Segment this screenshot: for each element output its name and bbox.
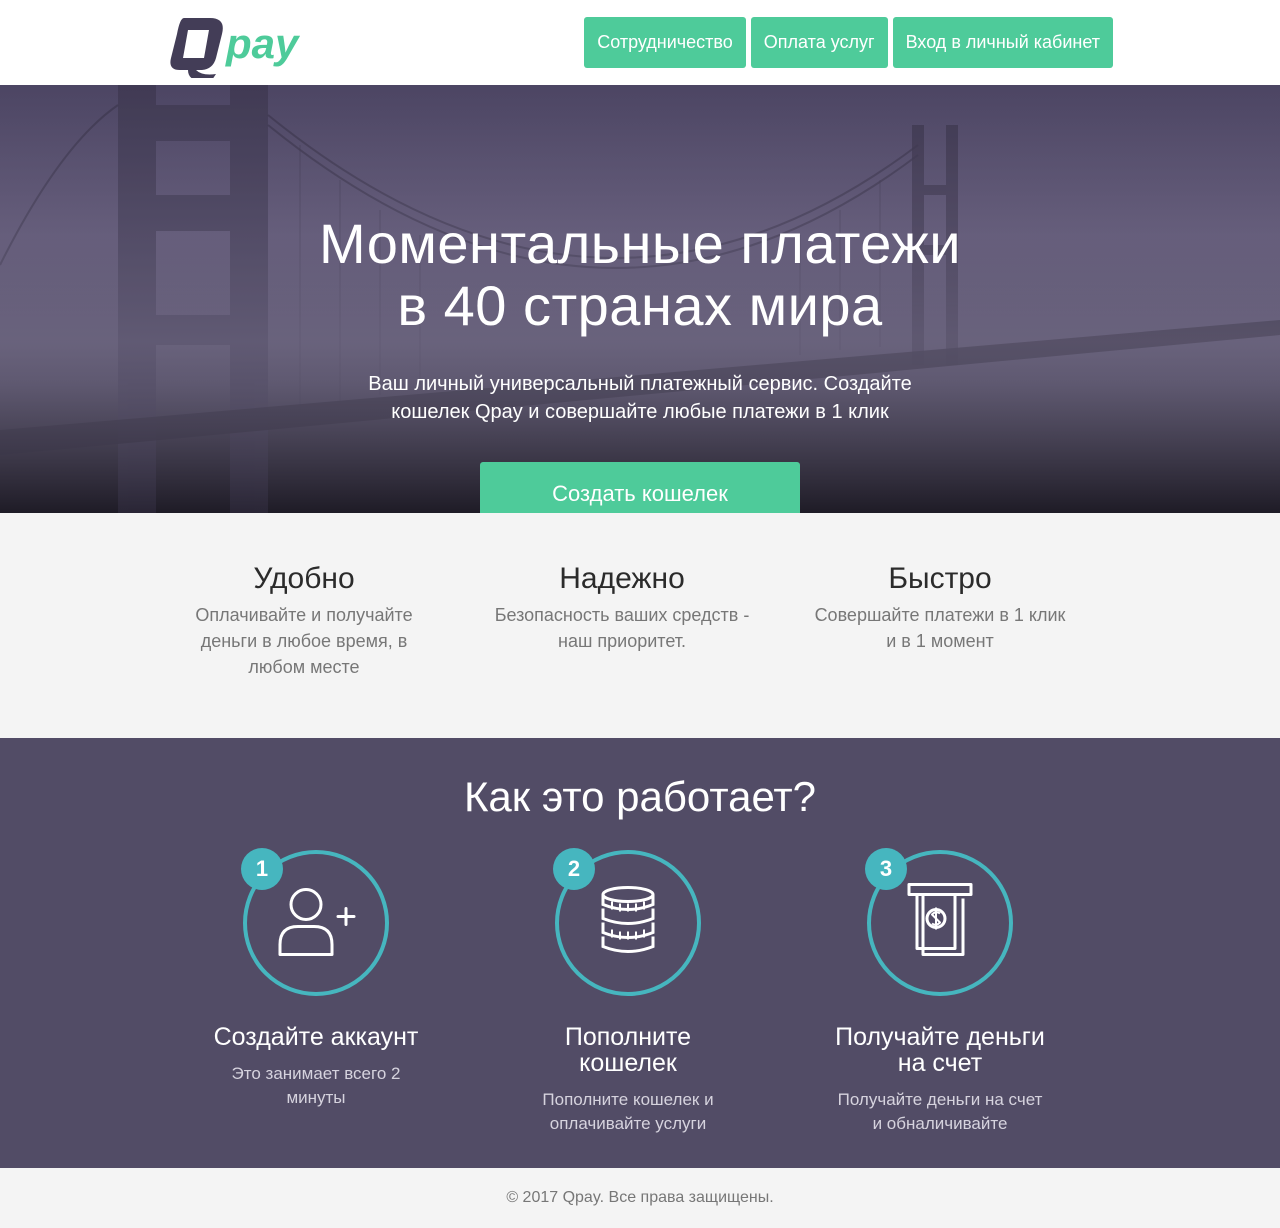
feature-text-line: Оплачивайте и получайте bbox=[195, 605, 413, 625]
step-circle: 2 bbox=[553, 848, 701, 996]
nav-pay-services-button[interactable]: Оплата услуг bbox=[750, 17, 888, 68]
step-number-badge: 3 bbox=[865, 848, 907, 890]
hero-title-line1: Моментальные платежи bbox=[318, 212, 962, 275]
main-nav: Сотрудничество Оплата услуг Вход в личны… bbox=[584, 17, 1113, 68]
step-title-line: Пополните bbox=[564, 1023, 692, 1051]
nav-login-button[interactable]: Вход в личный кабинет bbox=[892, 17, 1113, 68]
step-text-line: Получайте деньги на счет bbox=[837, 1090, 1043, 1109]
step-text: Это занимает всего 2 минуты bbox=[186, 1062, 446, 1110]
site-footer: © 2017 Qpay. Все права защищены. bbox=[0, 1168, 1280, 1228]
site-header: pay Сотрудничество Оплата услуг Вход в л… bbox=[0, 0, 1280, 85]
hero-content: Моментальные платежи в 40 странах мира В… bbox=[0, 85, 1280, 513]
step-title: Пополните кошелек bbox=[498, 1024, 758, 1076]
step-text-line: минуты bbox=[286, 1088, 346, 1107]
step-text-line: оплачивайте услуги bbox=[549, 1114, 707, 1133]
features-section: Удобно Оплачивайте и получайте деньги в … bbox=[0, 513, 1280, 738]
feature-title: Быстро bbox=[888, 562, 992, 595]
how-it-works-title: Как это работает? bbox=[463, 773, 817, 820]
hero-subtitle-line2: кошелек Qpay и совершайте любые платежи … bbox=[391, 401, 889, 423]
qpay-logo[interactable]: pay bbox=[166, 14, 302, 81]
step-text: Пополните кошелек и оплачивайте услуги bbox=[498, 1088, 758, 1136]
step-title: Создайте аккаунт bbox=[186, 1024, 446, 1050]
feature-text-line: и в 1 момент bbox=[886, 631, 994, 651]
step-title-line: Получайте деньги bbox=[835, 1023, 1045, 1051]
step-text-line: Это занимает всего 2 bbox=[231, 1064, 401, 1083]
coins-icon bbox=[600, 886, 656, 961]
step-top-up-wallet: 2 Пополните кошелек Пополните кошелек и … bbox=[498, 848, 758, 1136]
feature-text: Оплачивайте и получайте деньги в любое в… bbox=[174, 602, 434, 680]
hero-subtitle-line1: Ваш личный универсальный платежный серви… bbox=[368, 373, 912, 395]
step-title-line: на счет bbox=[897, 1049, 983, 1077]
feature-text-line: наш приоритет. bbox=[558, 631, 686, 651]
hero-section: Моментальные платежи в 40 странах мира В… bbox=[0, 85, 1280, 513]
feature-text-line: любом месте bbox=[248, 657, 360, 677]
feature-reliable: Надежно Безопасность ваших средств - наш… bbox=[482, 561, 762, 654]
add-user-icon bbox=[276, 883, 356, 964]
feature-fast: Быстро Совершайте платежи в 1 клик и в 1… bbox=[800, 561, 1080, 654]
hero-title-line2: в 40 странах мира bbox=[397, 274, 883, 337]
create-wallet-button[interactable]: Создать кошелек bbox=[480, 462, 800, 513]
feature-convenient: Удобно Оплачивайте и получайте деньги в … bbox=[174, 561, 434, 680]
feature-text: Совершайте платежи в 1 клик и в 1 момент bbox=[800, 602, 1080, 654]
svg-text:pay: pay bbox=[225, 20, 301, 67]
feature-text-line: Безопасность ваших средств - bbox=[494, 605, 750, 625]
feature-text-line: деньги в любое время, в bbox=[200, 631, 408, 651]
feature-title: Удобно bbox=[253, 562, 355, 595]
step-create-account: 1 Создайте аккаунт Это занимает всего 2 … bbox=[186, 848, 446, 1110]
step-title-line: кошелек bbox=[579, 1049, 677, 1077]
feature-text-line: Совершайте платежи в 1 клик bbox=[814, 605, 1066, 625]
copyright-text: © 2017 Qpay. Все права защищены. bbox=[506, 1189, 774, 1206]
feature-text: Безопасность ваших средств - наш приорит… bbox=[482, 602, 762, 654]
nav-partnership-button[interactable]: Сотрудничество bbox=[584, 17, 746, 68]
step-text: Получайте деньги на счет и обналичивайте bbox=[810, 1088, 1070, 1136]
step-circle: 3 bbox=[865, 848, 1013, 996]
step-title: Получайте деньги на счет bbox=[810, 1024, 1070, 1076]
hero-subtitle: Ваш личный универсальный платежный серви… bbox=[0, 370, 1280, 426]
how-it-works-section: Как это работает? 1 Создайте аккаунт Это… bbox=[0, 738, 1280, 1168]
feature-title: Надежно bbox=[559, 562, 685, 595]
step-text-line: Пополните кошелек и bbox=[542, 1090, 714, 1109]
cash-withdraw-icon bbox=[907, 883, 973, 964]
step-title-line: Создайте аккаунт bbox=[213, 1023, 419, 1051]
step-circle: 1 bbox=[241, 848, 389, 996]
step-text-line: и обналичивайте bbox=[872, 1114, 1008, 1133]
step-receive-money: 3 Получайте деньги на счет Получайте ден… bbox=[810, 848, 1070, 1136]
hero-title: Моментальные платежи в 40 странах мира bbox=[0, 85, 1280, 337]
step-number-badge: 2 bbox=[553, 848, 595, 890]
